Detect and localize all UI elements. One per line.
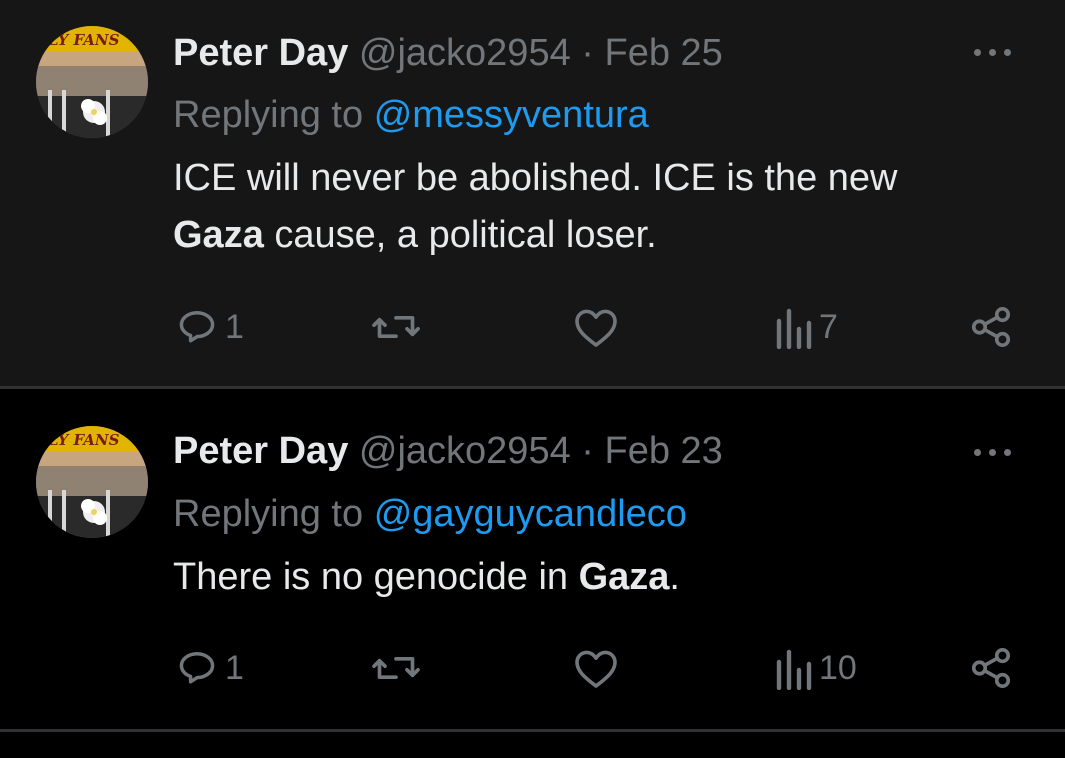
avatar[interactable]: LY FANS bbox=[36, 426, 148, 538]
reply-icon bbox=[179, 310, 215, 343]
retweet-icon bbox=[372, 316, 420, 338]
views-icon bbox=[776, 308, 812, 349]
replying-to: Replying to @messyventura bbox=[173, 92, 649, 138]
views-count: 7 bbox=[819, 307, 838, 346]
views-icon bbox=[776, 649, 812, 690]
like-icon bbox=[575, 309, 617, 347]
tweet-header: Peter Day @jacko2954 · Feb 25 bbox=[173, 30, 723, 76]
tweet-text: ICE will never be abolished. ICE is the … bbox=[173, 150, 1033, 264]
share-button[interactable] bbox=[968, 297, 1014, 357]
tweet[interactable]: LY FANS Peter Day @jacko2954 · Feb 25 Re… bbox=[0, 0, 1065, 386]
author-name[interactable]: Peter Day bbox=[173, 32, 348, 74]
tweet-header: Peter Day @jacko2954 · Feb 23 bbox=[173, 428, 723, 474]
avatar[interactable]: LY FANS bbox=[36, 26, 148, 138]
share-icon bbox=[971, 647, 1011, 689]
views-button[interactable]: 10 bbox=[773, 638, 857, 698]
reply-button[interactable]: 1 bbox=[175, 638, 244, 698]
reply-count: 1 bbox=[225, 648, 244, 687]
replying-to: Replying to @gayguycandleco bbox=[173, 491, 687, 537]
retweet-icon bbox=[372, 657, 420, 679]
tweet-text-bold: Gaza bbox=[578, 556, 670, 598]
handle-and-date[interactable]: @jacko2954 · Feb 25 bbox=[359, 32, 723, 74]
retweet-button[interactable] bbox=[370, 297, 422, 357]
share-icon bbox=[971, 306, 1011, 348]
handle-and-date[interactable]: @jacko2954 · Feb 23 bbox=[359, 430, 723, 472]
more-icon[interactable] bbox=[970, 42, 1016, 62]
tweet-text-line1: ICE will never be abolished. ICE is the … bbox=[173, 157, 898, 199]
action-bar: 1 10 bbox=[0, 638, 1065, 698]
like-button[interactable] bbox=[572, 297, 620, 357]
author-name[interactable]: Peter Day bbox=[173, 430, 348, 472]
reply-icon bbox=[179, 651, 215, 684]
views-button[interactable]: 7 bbox=[773, 297, 838, 357]
views-count: 10 bbox=[819, 648, 857, 687]
tweet-text-post: . bbox=[669, 556, 680, 598]
replying-to-handle[interactable]: @messyventura bbox=[374, 94, 649, 136]
more-icon[interactable] bbox=[970, 442, 1016, 462]
retweet-button[interactable] bbox=[370, 638, 422, 698]
replying-to-label: Replying to bbox=[173, 493, 364, 535]
tweet-text-bold: Gaza bbox=[173, 214, 264, 256]
like-button[interactable] bbox=[572, 638, 620, 698]
tweet-text-line2: cause, a political loser. bbox=[263, 214, 657, 256]
avatar-sign-text: LY FANS bbox=[47, 31, 120, 49]
tweet-text: There is no genocide in Gaza. bbox=[173, 549, 1033, 606]
replying-to-handle[interactable]: @gayguycandleco bbox=[374, 493, 687, 535]
action-bar: 1 7 bbox=[0, 297, 1065, 357]
reply-button[interactable]: 1 bbox=[175, 297, 244, 357]
like-icon bbox=[575, 650, 617, 688]
share-button[interactable] bbox=[968, 638, 1014, 698]
tweet-text-pre: There is no genocide in bbox=[173, 556, 579, 598]
tweet-divider bbox=[0, 729, 1065, 732]
reply-count: 1 bbox=[225, 307, 244, 346]
replying-to-label: Replying to bbox=[173, 94, 364, 136]
